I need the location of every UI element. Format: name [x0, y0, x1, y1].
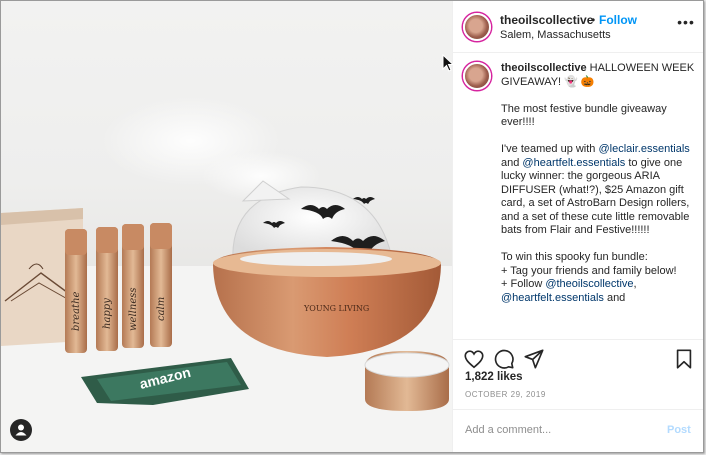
heart-icon[interactable]: [463, 348, 485, 370]
post-header: theoilscollective • Follow Salem, Massac…: [453, 1, 703, 53]
caption-line6a: + Follow: [501, 278, 546, 290]
caption-text: theoilscollective HALLOWEEN WEEK GIVEAWA…: [501, 62, 697, 305]
post-photo[interactable]: breathe happy wellness calm YOUNG LIVING: [1, 1, 452, 452]
mention-heartfelt[interactable]: @heartfelt.essentials: [522, 157, 625, 169]
instagram-post-window: breathe happy wellness calm YOUNG LIVING: [0, 0, 704, 453]
tagged-user-button[interactable]: [10, 419, 32, 441]
photo-illustration: breathe happy wellness calm YOUNG LIVING: [1, 96, 452, 452]
mention-theoilscollective[interactable]: @theoilscollective: [545, 278, 633, 290]
author-avatar[interactable]: [463, 13, 491, 41]
post-comment-button[interactable]: Post: [667, 424, 691, 436]
roller-label-wellness: wellness: [128, 288, 139, 332]
roller-label-breathe: breathe: [71, 291, 82, 331]
bookmark-icon[interactable]: [673, 348, 695, 370]
caption-line6c: and: [603, 291, 626, 304]
caption-line5: + Tag your friends and family below!: [501, 264, 677, 277]
mention-heartfelt-2[interactable]: @heartfelt.essentials: [501, 292, 604, 304]
caption-line2: The most festive bundle giveaway ever!!!…: [501, 102, 670, 129]
follow-button[interactable]: Follow: [599, 13, 637, 27]
action-bar: [453, 339, 703, 371]
share-icon[interactable]: [523, 348, 545, 370]
author-username[interactable]: theoilscollective: [500, 13, 593, 27]
comment-icon[interactable]: [493, 348, 515, 370]
user-icon: [15, 424, 27, 436]
post-date[interactable]: OCTOBER 29, 2019: [465, 390, 546, 399]
caption-line3a: I've teamed up with: [501, 143, 599, 155]
mention-leclair[interactable]: @leclair.essentials: [599, 143, 690, 155]
roller-label-calm: calm: [156, 297, 167, 321]
mouse-cursor: [442, 54, 454, 72]
caption-line6b: ,: [633, 278, 637, 290]
comment-box: Add a comment... Post: [453, 409, 703, 452]
likes-count[interactable]: 1,822 likes: [465, 371, 523, 383]
comment-input[interactable]: Add a comment...: [465, 424, 551, 436]
post-sidebar: theoilscollective • Follow Salem, Massac…: [452, 1, 703, 452]
separator-dot: •: [591, 13, 596, 27]
caption-area: theoilscollective HALLOWEEN WEEK GIVEAWA…: [453, 54, 703, 338]
post-location[interactable]: Salem, Massachusetts: [500, 29, 611, 41]
more-icon[interactable]: •••: [677, 15, 695, 33]
roller-label-happy: happy: [102, 298, 113, 329]
diffuser-brand: YOUNG LIVING: [303, 304, 369, 313]
caption-line4: To win this spooky fun bundle:: [501, 251, 648, 263]
caption-username[interactable]: theoilscollective: [501, 62, 587, 74]
caption-avatar[interactable]: [463, 62, 491, 90]
